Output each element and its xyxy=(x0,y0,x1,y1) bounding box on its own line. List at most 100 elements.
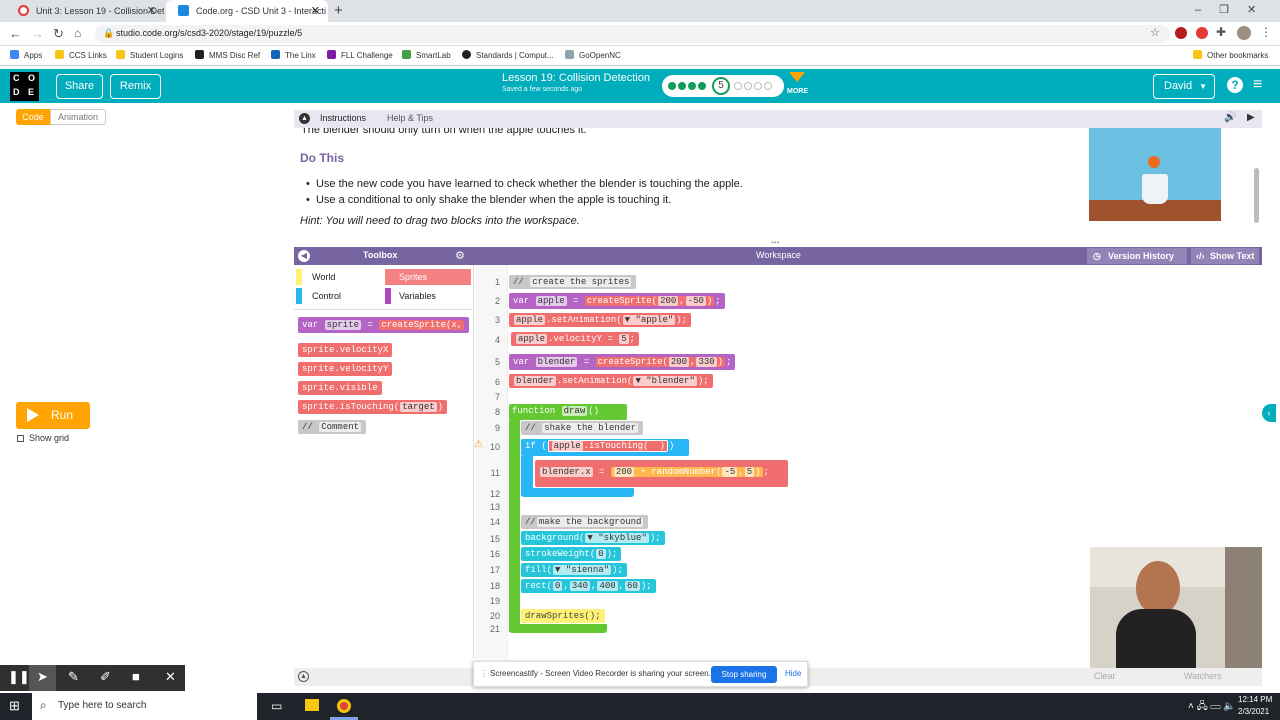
file-explorer-icon[interactable] xyxy=(305,699,319,711)
current-level-bubble[interactable]: 5 xyxy=(712,77,730,95)
highlighter-icon[interactable]: ✐ xyxy=(100,669,111,685)
forward-icon[interactable]: → xyxy=(31,26,44,41)
url-field[interactable]: 🔒 studio.code.org/s/csd3-2020/stage/19/p… xyxy=(95,25,1170,43)
clear-button[interactable]: Clear xyxy=(1094,671,1116,681)
level-dot[interactable] xyxy=(688,82,696,90)
bookmark-smartlab[interactable]: SmartLab xyxy=(402,46,451,66)
code-block-strokeweight[interactable]: strokeWeight(0); xyxy=(521,547,622,561)
user-menu-button[interactable]: David ▼ xyxy=(1153,74,1215,99)
bookmark-mms-disc-ref[interactable]: MMS Disc Ref xyxy=(195,46,260,66)
browser-tab-codeorg[interactable]: Code.org - CSD Unit 3 - Interacti ✕ xyxy=(166,0,328,22)
bookmark-apps[interactable]: Apps xyxy=(10,46,42,66)
level-dot[interactable] xyxy=(744,82,752,90)
toolbox-block-istouching[interactable]: sprite.isTouching(target) xyxy=(298,400,448,414)
code-block-set-animation-apple[interactable]: apple .setAnimation(▼ "apple"); xyxy=(509,313,692,327)
menu-dots-icon[interactable]: ⋮ xyxy=(1260,25,1272,39)
task-view-icon[interactable]: ▭ xyxy=(271,699,282,713)
window-controls[interactable]: –❐✕ xyxy=(1195,3,1274,16)
toolbox-block-visible[interactable]: sprite.visible xyxy=(298,381,382,395)
collapse-icon[interactable]: ▲ xyxy=(299,113,310,124)
back-icon[interactable]: ← xyxy=(9,26,22,41)
show-text-button[interactable]: ‹/› Show Text xyxy=(1191,248,1259,264)
extension-icon[interactable] xyxy=(1196,27,1208,39)
show-grid-checkbox[interactable] xyxy=(17,435,24,442)
hide-button[interactable]: Hide xyxy=(785,669,801,678)
hamburger-icon[interactable]: ≡ xyxy=(1253,76,1262,94)
code-block-comment[interactable]: //make the background xyxy=(521,515,649,529)
bookmark-other[interactable]: Other bookmarks xyxy=(1193,46,1268,66)
bookmark-fll-challenge[interactable]: FLL Challenge xyxy=(327,46,393,66)
profile-avatar[interactable] xyxy=(1237,26,1251,40)
remix-button[interactable]: Remix xyxy=(110,74,161,99)
drag-handle-icon[interactable]: ⋮ xyxy=(480,669,488,678)
tab-instructions[interactable]: Instructions xyxy=(320,113,366,123)
code-block-var-blender[interactable]: var blender = createSprite(200, 330); xyxy=(509,354,736,370)
close-tab-icon[interactable]: ✕ xyxy=(147,0,156,22)
bookmark-student-logins[interactable]: Student Logins xyxy=(116,46,183,66)
code-block-set-animation-blender[interactable]: blender .setAnimation(▼ "blender"); xyxy=(509,374,713,388)
tab-help-tips[interactable]: Help & Tips xyxy=(387,113,433,123)
browser-tab-lesson[interactable]: Unit 3: Lesson 19 - Collision Dete ✕ xyxy=(6,0,164,22)
code-block-fill[interactable]: fill(▼ "sienna"); xyxy=(521,563,627,577)
toolbox-block-var-create[interactable]: var sprite = createSprite(x, xyxy=(298,317,470,333)
pause-icon[interactable]: ❚❚ xyxy=(8,669,30,685)
pen-icon[interactable]: ✎ xyxy=(68,669,79,685)
code-tab[interactable]: Code xyxy=(16,109,50,125)
play-audio-icon[interactable]: ▶ xyxy=(1247,112,1255,123)
level-dot[interactable] xyxy=(698,82,706,90)
if-block[interactable]: if (apple .isTouching()) xyxy=(521,439,689,456)
home-icon[interactable]: ⌂ xyxy=(74,26,81,40)
level-dot[interactable] xyxy=(734,82,742,90)
extension-icon[interactable] xyxy=(1175,27,1187,39)
instructions-scrollbar[interactable] xyxy=(1254,168,1259,223)
close-icon[interactable]: ✕ xyxy=(165,669,176,685)
code-block-rect[interactable]: rect(0, 340, 400, 60); xyxy=(521,579,656,593)
stop-sharing-button[interactable]: Stop sharing xyxy=(711,666,777,683)
code-block-blender-x[interactable]: blender.x = 200 + randomNumber(-5, 5); xyxy=(535,460,788,487)
code-block-var-apple[interactable]: var apple = createSprite(200, -50); xyxy=(509,293,725,309)
code-block-velocity-apple[interactable]: apple .velocityY = 5; xyxy=(511,332,640,346)
star-icon[interactable]: ☆ xyxy=(1150,26,1160,39)
resize-handle[interactable]: ••• xyxy=(771,238,779,247)
category-control[interactable]: Control xyxy=(296,288,380,304)
animation-tab[interactable]: Animation xyxy=(50,109,106,125)
category-sprites[interactable]: Sprites xyxy=(385,269,471,285)
bookmark-ccs-links[interactable]: CCS Links xyxy=(55,46,107,66)
watchers-label[interactable]: Watchers xyxy=(1184,671,1222,681)
code-block-comment[interactable]: // shake the blender xyxy=(521,421,644,435)
level-dot[interactable] xyxy=(668,82,676,90)
more-label[interactable]: MORE xyxy=(787,88,808,95)
run-button[interactable]: Run xyxy=(16,402,90,429)
chrome-icon[interactable] xyxy=(337,699,351,713)
expand-debug-icon[interactable]: ▲ xyxy=(298,671,309,682)
warning-icon[interactable]: ⚠ xyxy=(474,439,483,450)
level-dot[interactable] xyxy=(764,82,772,90)
windows-start-icon[interactable]: ⊞ xyxy=(9,699,23,713)
help-icon[interactable]: ? xyxy=(1227,77,1243,93)
function-draw-block[interactable]: function draw() xyxy=(509,404,627,420)
version-history-button[interactable]: ◷ Version History xyxy=(1087,248,1187,264)
share-button[interactable]: Share xyxy=(56,74,103,99)
camera-icon[interactable]: ■ xyxy=(132,669,140,684)
puzzle-icon[interactable]: ✚ xyxy=(1216,25,1226,39)
bookmark-goopennc[interactable]: GoOpenNC xyxy=(565,46,621,66)
gear-icon[interactable]: ⚙ xyxy=(455,249,465,262)
new-tab-icon[interactable]: + xyxy=(334,2,343,19)
code-block-background[interactable]: background(▼ "skyblue"); xyxy=(521,531,665,545)
codeorg-logo[interactable]: C O D E xyxy=(10,72,39,101)
cursor-icon[interactable]: ➤ xyxy=(37,669,48,685)
taskbar-search-box[interactable]: ⌕ Type here to search xyxy=(32,693,257,720)
category-variables[interactable]: Variables xyxy=(385,288,471,304)
preview-thumbnail[interactable] xyxy=(1089,128,1221,221)
level-dot[interactable] xyxy=(678,82,686,90)
bookmark-the-linx[interactable]: The Linx xyxy=(271,46,316,66)
close-tab-icon[interactable]: ✕ xyxy=(311,0,320,22)
level-dot[interactable] xyxy=(754,82,762,90)
bookmark-standards[interactable]: Standards | Comput... xyxy=(462,46,554,66)
more-chevron-icon[interactable] xyxy=(789,72,805,82)
toolbox-block-velocityx[interactable]: sprite.velocityX xyxy=(298,343,393,357)
collapse-toolbox-icon[interactable]: ◀ xyxy=(298,250,310,262)
reload-icon[interactable]: ↻ xyxy=(53,26,64,42)
toolbox-block-velocityy[interactable]: sprite.velocityY xyxy=(298,362,393,376)
code-block-comment[interactable]: // create the sprites xyxy=(509,275,637,289)
